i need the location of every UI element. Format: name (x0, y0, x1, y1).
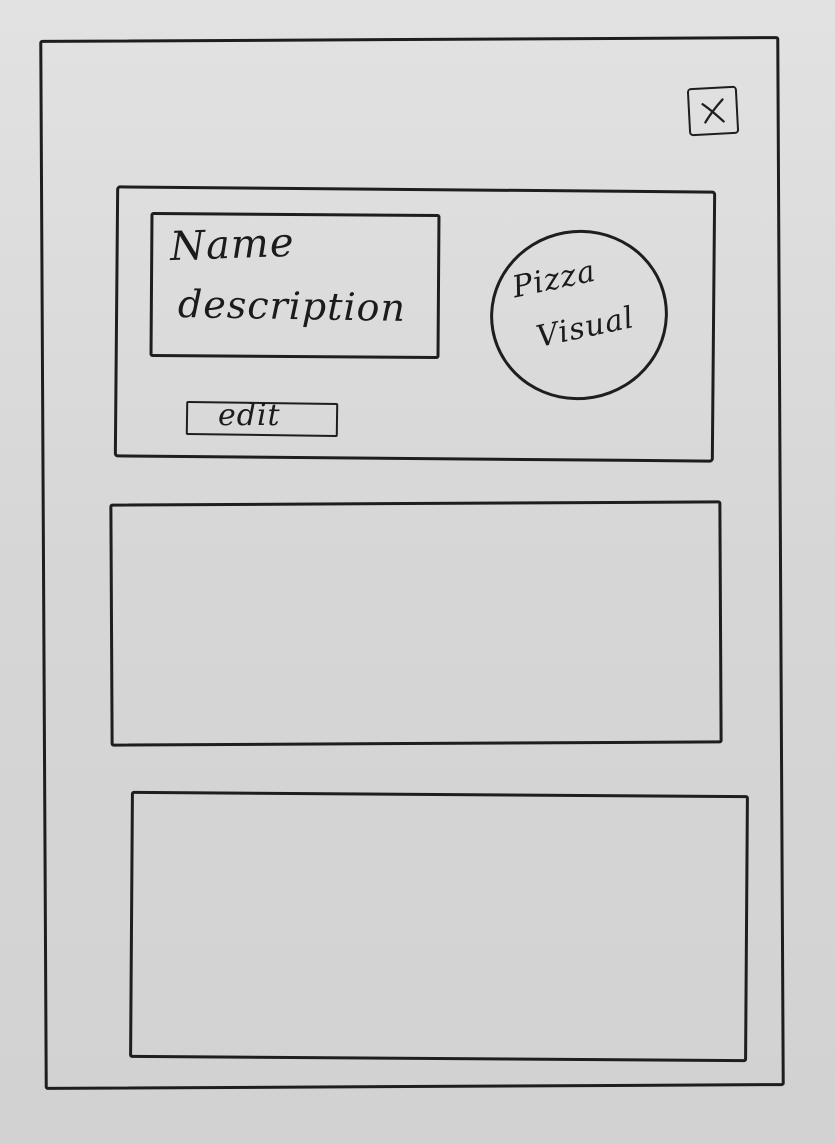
content-panel-2 (129, 790, 749, 1063)
close-icon (701, 98, 725, 124)
pizza-name: Name (169, 219, 296, 271)
content-panel-1 (109, 500, 723, 747)
pizza-description: description (177, 282, 407, 330)
edit-button-label: edit (218, 398, 281, 433)
close-button[interactable] (686, 85, 740, 137)
